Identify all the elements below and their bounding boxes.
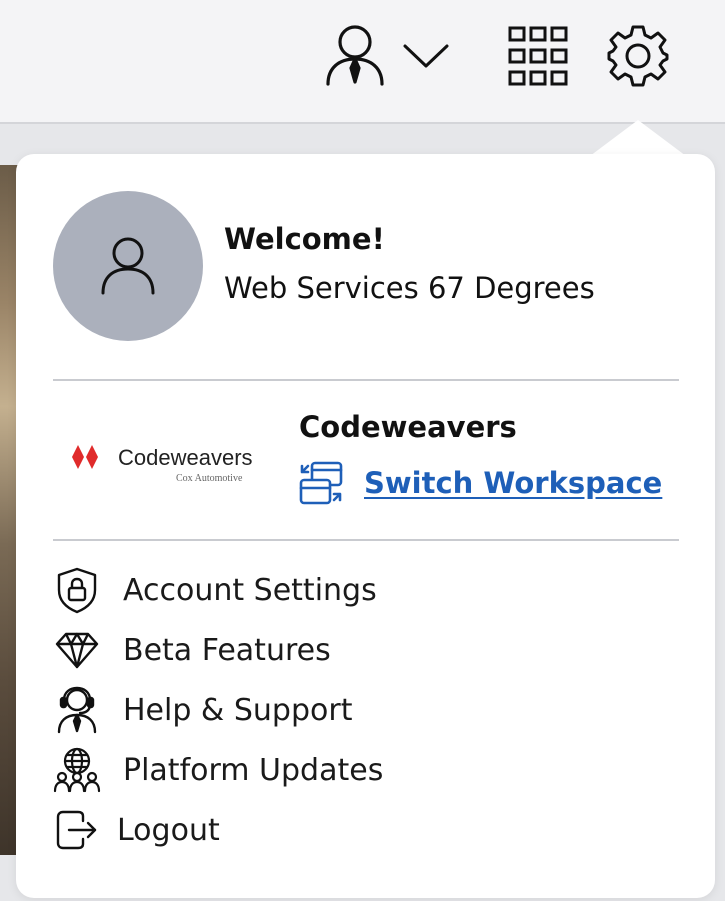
menu-item-beta-features[interactable]: Beta Features — [53, 620, 673, 680]
headset-icon — [53, 686, 101, 734]
menu-item-platform-updates[interactable]: Platform Updates — [53, 740, 673, 800]
user-icon — [101, 237, 155, 295]
avatar — [53, 191, 203, 341]
switch-workspace-label: Switch Workspace — [364, 466, 663, 500]
dropdown-caret — [590, 120, 686, 156]
chevron-down-icon — [403, 44, 449, 68]
top-bar — [0, 0, 725, 124]
apps-grid-button[interactable] — [506, 24, 570, 88]
logo-wordmark: Codeweavers — [118, 445, 253, 470]
switch-workspace-icon — [299, 461, 343, 505]
menu-item-label: Account Settings — [123, 572, 377, 608]
shield-lock-icon — [53, 566, 101, 614]
globe-people-icon — [53, 746, 101, 794]
organization-name: Codeweavers — [299, 410, 517, 444]
divider — [53, 379, 679, 381]
menu-item-label: Logout — [117, 812, 220, 848]
diamond-icon — [53, 626, 101, 674]
apps-grid-icon — [508, 26, 568, 86]
user-icon — [326, 25, 384, 86]
logo-subtext: Cox Automotive — [176, 473, 243, 484]
menu-item-label: Beta Features — [123, 632, 331, 668]
user-name: Web Services 67 Degrees — [224, 271, 595, 305]
settings-button[interactable] — [604, 22, 672, 90]
welcome-heading: Welcome! — [224, 222, 385, 256]
divider — [53, 539, 679, 541]
gear-icon — [607, 25, 669, 87]
user-dropdown-panel: Welcome! Web Services 67 Degrees Codewea… — [16, 154, 715, 898]
user-menu-button[interactable] — [322, 22, 452, 88]
menu-item-logout[interactable]: Logout — [53, 800, 673, 860]
account-menu: Account Settings Beta Features Help & Su… — [53, 560, 673, 860]
menu-item-help-support[interactable]: Help & Support — [53, 680, 673, 740]
menu-item-label: Help & Support — [123, 692, 353, 728]
menu-item-label: Platform Updates — [123, 752, 384, 788]
logout-icon — [53, 806, 101, 854]
switch-workspace-link[interactable]: Switch Workspace — [298, 460, 662, 506]
organization-logo: Codeweavers Cox Automotive — [72, 439, 262, 489]
menu-item-account-settings[interactable]: Account Settings — [53, 560, 673, 620]
